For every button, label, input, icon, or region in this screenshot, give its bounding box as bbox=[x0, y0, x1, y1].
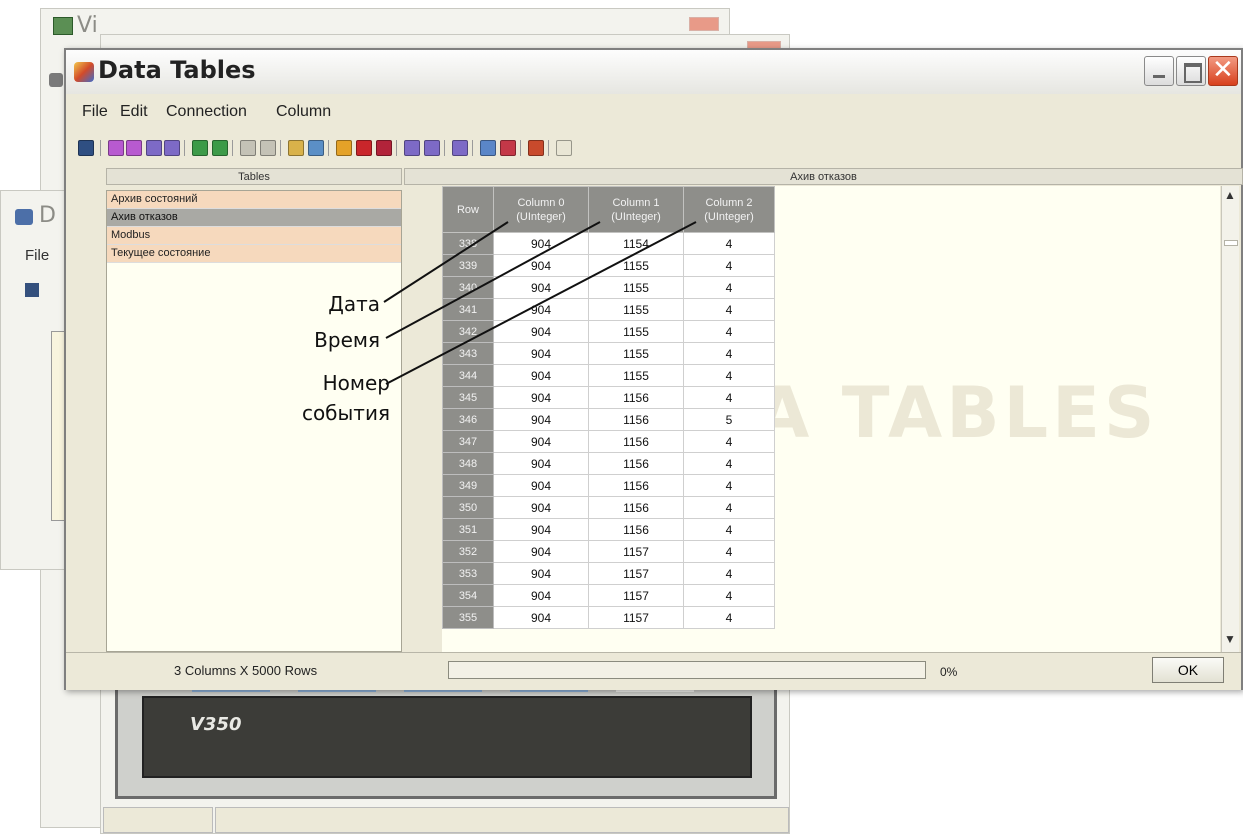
annotation-date: Дата bbox=[328, 292, 380, 316]
annotation-arrows bbox=[383, 221, 697, 385]
annotation-event-number: Номер события bbox=[301, 371, 390, 425]
annotation-time: Время bbox=[314, 328, 380, 352]
arrow-event-number bbox=[385, 221, 697, 385]
arrow-date bbox=[383, 221, 509, 303]
